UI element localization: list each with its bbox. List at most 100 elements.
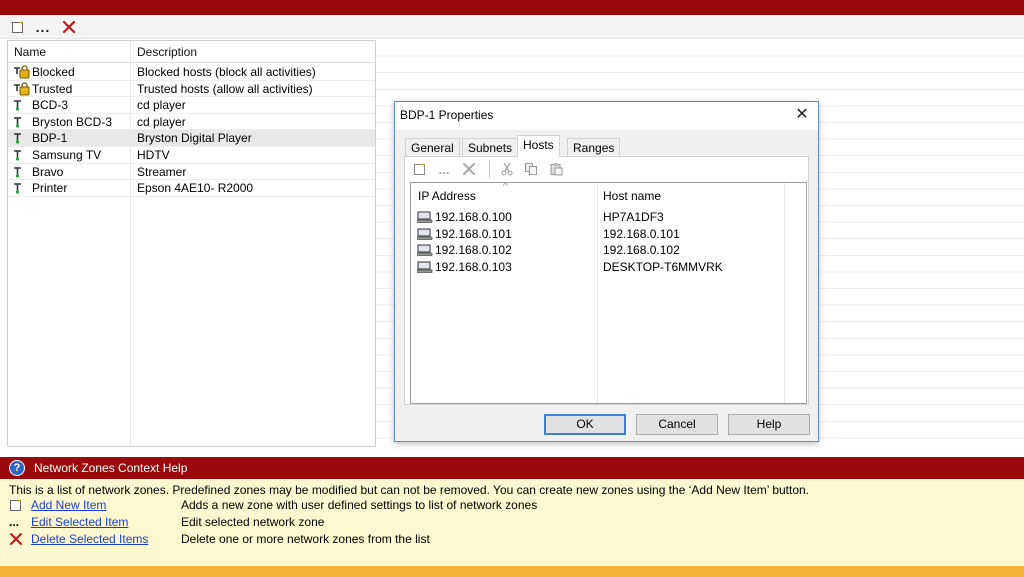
- column-header-host-name[interactable]: Host name: [603, 189, 661, 203]
- bottom-accent-strip: [0, 566, 1024, 577]
- network-zone-icon: [12, 115, 32, 129]
- window-header-bar: [0, 0, 1024, 15]
- list-header: Name Description: [8, 41, 375, 63]
- host-name: DESKTOP-T6MMVRK: [603, 259, 723, 274]
- new-item-icon: [414, 162, 426, 175]
- help-panel: This is a list of network zones. Predefi…: [0, 479, 1024, 566]
- edit-selected-item-link[interactable]: Edit Selected Item: [31, 515, 128, 529]
- list-item[interactable]: BCD-3 cd player: [8, 97, 375, 114]
- edit-selected-item-button[interactable]: ...: [33, 17, 53, 37]
- zone-description: Epson 4AE10- R2000: [137, 181, 254, 196]
- new-item-icon: [9, 498, 25, 512]
- zone-name: BCD-3: [32, 98, 69, 113]
- properties-dialog: BDP-1 Properties ✕ General Subnets Hosts…: [394, 101, 819, 442]
- hosts-tab-panel: ... ^ IP Address Host name 192.168.0.100…: [404, 156, 809, 405]
- network-zone-icon: [12, 165, 32, 179]
- zone-description: cd player: [137, 98, 186, 113]
- edit-host-button[interactable]: ...: [435, 160, 453, 178]
- list-item[interactable]: Trusted Trusted hosts (allow all activiti…: [8, 81, 375, 98]
- tab-ranges[interactable]: Ranges: [567, 138, 621, 156]
- zone-description: Trusted hosts (allow all activities): [137, 81, 313, 96]
- delete-x-icon: [463, 163, 475, 175]
- host-name: 192.168.0.102: [603, 243, 680, 257]
- zone-name: Trusted: [32, 81, 73, 96]
- help-item-description: Delete one or more network zones from th…: [181, 532, 430, 546]
- zone-description: Blocked hosts (block all activities): [137, 65, 316, 79]
- paste-button[interactable]: [547, 160, 565, 178]
- host-row[interactable]: 192.168.0.100 HP7A1DF3: [411, 209, 806, 226]
- column-header-name[interactable]: Name: [14, 45, 46, 59]
- help-header: ? Network Zones Context Help: [0, 457, 1024, 479]
- host-ip-address: 192.168.0.101: [435, 226, 512, 241]
- computer-icon: [416, 261, 433, 273]
- list-item[interactable]: Blocked Blocked hosts (block all activiti…: [8, 64, 375, 81]
- computer-icon: [416, 228, 433, 240]
- dots-icon: ...: [35, 19, 51, 35]
- list-item[interactable]: BDP-1 Bryston Digital Player: [8, 130, 375, 147]
- hosts-list: ^ IP Address Host name 192.168.0.100 HP7A…: [410, 182, 807, 404]
- ok-button[interactable]: OK: [544, 414, 626, 435]
- list-item[interactable]: Printer Epson 4AE10- R2000: [8, 180, 375, 197]
- list-item[interactable]: Samsung TV HDTV: [8, 147, 375, 164]
- tab-subnets[interactable]: Subnets: [462, 138, 519, 156]
- tab-hosts[interactable]: Hosts: [517, 135, 560, 157]
- host-name: HP7A1DF3: [603, 210, 664, 224]
- list-item[interactable]: Bryston BCD-3 cd player: [8, 114, 375, 131]
- host-ip-address: 192.168.0.100: [435, 210, 512, 224]
- paste-icon: [550, 163, 563, 176]
- host-ip-address: 192.168.0.102: [435, 243, 512, 257]
- help-button[interactable]: Help: [728, 414, 810, 435]
- zone-name: Samsung TV: [32, 148, 102, 162]
- tab-general[interactable]: General: [405, 138, 460, 156]
- delete-x-icon: [62, 20, 76, 34]
- locked-zone-icon: [12, 65, 32, 79]
- network-zones-list: Name Description Blocked Blocked hosts (b…: [7, 40, 376, 447]
- cut-button[interactable]: [498, 160, 516, 178]
- help-title: Network Zones Context Help: [34, 461, 188, 475]
- column-header-description[interactable]: Description: [137, 45, 197, 59]
- network-zone-icon: [12, 148, 32, 162]
- new-item-icon: [12, 20, 24, 33]
- close-icon[interactable]: ✕: [794, 106, 810, 124]
- zone-description: Streamer: [137, 164, 187, 179]
- dots-icon: ...: [438, 161, 450, 177]
- dialog-titlebar[interactable]: BDP-1 Properties ✕: [395, 102, 818, 130]
- help-question-icon: ?: [9, 460, 25, 476]
- scissors-icon: [501, 162, 513, 176]
- delete-host-button[interactable]: [460, 160, 478, 178]
- delete-selected-items-link[interactable]: Delete Selected Items: [31, 532, 148, 546]
- list-item[interactable]: Bravo Streamer: [8, 164, 375, 181]
- zone-description: Bryston Digital Player: [137, 131, 252, 146]
- add-new-item-button[interactable]: [8, 17, 28, 37]
- copy-button[interactable]: [522, 160, 540, 178]
- host-row[interactable]: 192.168.0.101 192.168.0.101: [411, 226, 806, 243]
- host-row[interactable]: 192.168.0.102 192.168.0.102: [411, 242, 806, 259]
- help-description: This is a list of network zones. Predefi…: [9, 483, 810, 497]
- host-name: 192.168.0.101: [603, 226, 680, 241]
- delete-selected-items-button[interactable]: [59, 17, 79, 37]
- zone-name: Blocked: [32, 65, 75, 79]
- help-item-description: Adds a new zone with user defined settin…: [181, 498, 538, 512]
- add-new-item-link[interactable]: Add New Item: [31, 498, 106, 512]
- toolbar-separator: [489, 160, 490, 178]
- computer-icon: [416, 211, 433, 223]
- computer-icon: [416, 244, 433, 256]
- column-header-ip-address[interactable]: IP Address: [418, 189, 476, 203]
- dialog-title: BDP-1 Properties: [400, 108, 494, 122]
- dots-icon: ...: [9, 515, 20, 529]
- copy-icon: [525, 163, 537, 175]
- zone-description: HDTV: [137, 148, 170, 162]
- cancel-button[interactable]: Cancel: [636, 414, 718, 435]
- zone-description: cd player: [137, 114, 186, 129]
- network-zone-icon: [12, 98, 32, 112]
- help-item-description: Edit selected network zone: [181, 515, 325, 529]
- network-zone-icon: [12, 181, 32, 195]
- main-toolbar: ...: [0, 15, 1024, 39]
- zone-name: Bravo: [32, 164, 64, 179]
- host-row[interactable]: 192.168.0.103 DESKTOP-T6MMVRK: [411, 259, 806, 276]
- add-host-button[interactable]: [411, 160, 429, 178]
- host-ip-address: 192.168.0.103: [435, 259, 512, 274]
- hosts-toolbar: ...: [405, 157, 808, 181]
- network-zone-icon: [12, 131, 32, 145]
- sort-ascending-icon: ^: [503, 182, 508, 192]
